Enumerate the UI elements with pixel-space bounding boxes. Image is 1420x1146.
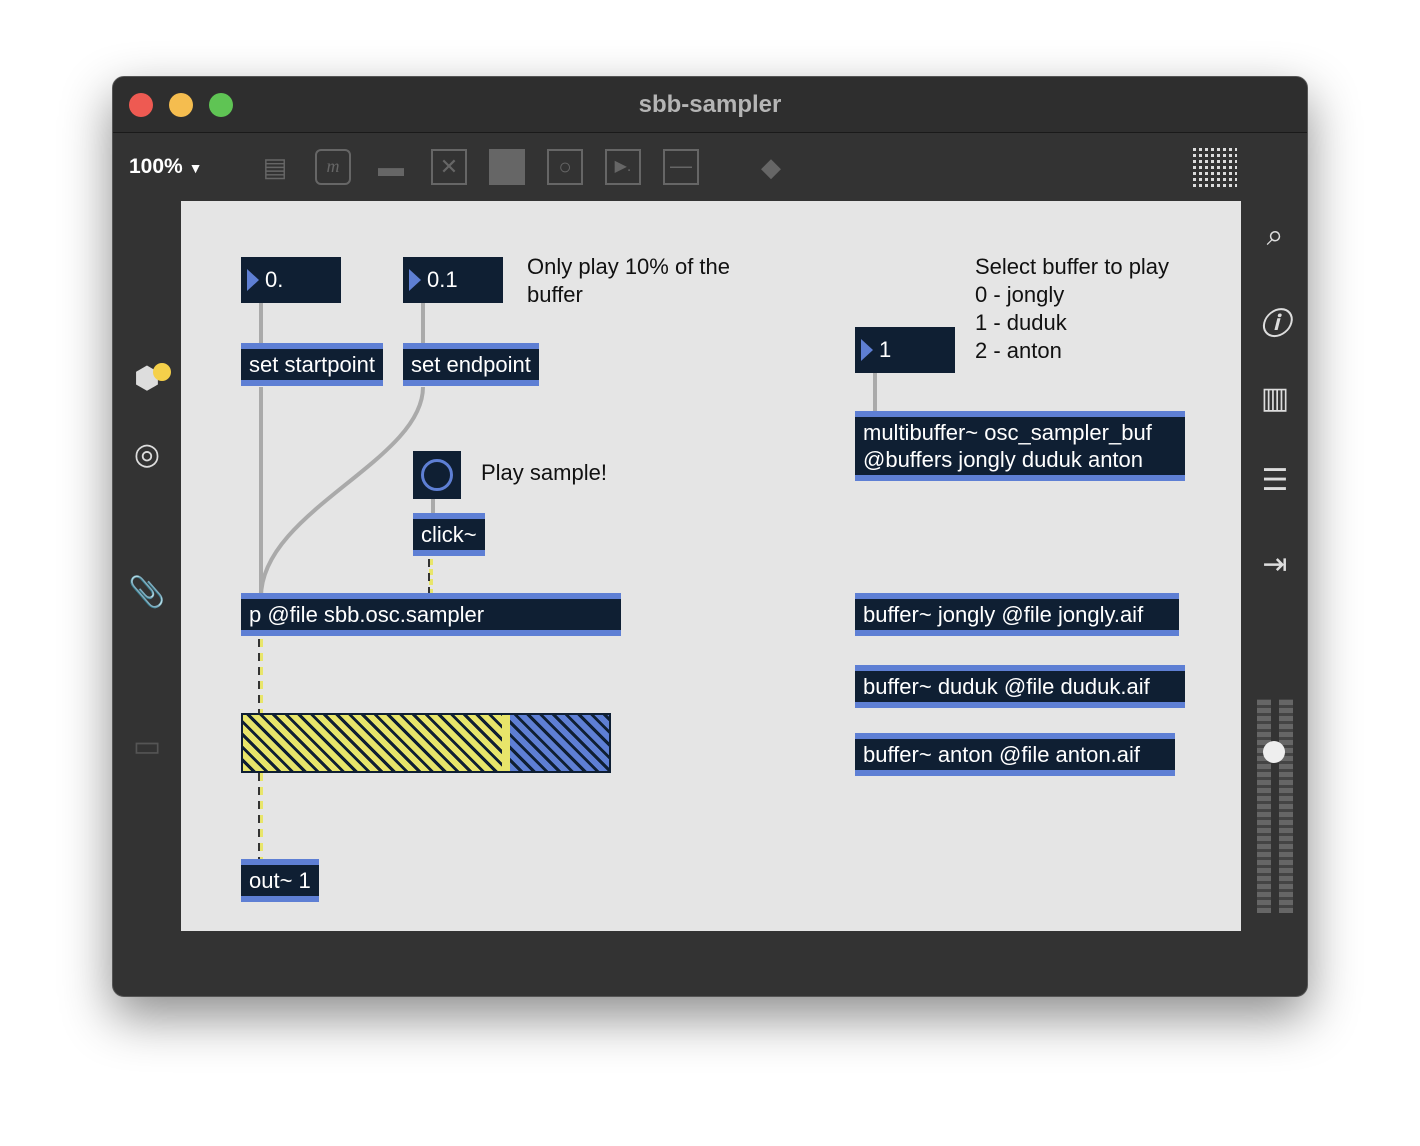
- cord-set-end: [259, 386, 425, 598]
- zoom-value: 100%: [129, 155, 183, 178]
- object-multibuffer[interactable]: multibuffer~ osc_sampler_buf @buffers jo…: [855, 411, 1185, 481]
- object-buffer-anton[interactable]: buffer~ anton @file anton.aif: [855, 733, 1175, 776]
- button-icon[interactable]: ○: [547, 149, 583, 185]
- triangle-icon: [861, 339, 873, 361]
- list-icon[interactable]: ☰: [1255, 463, 1295, 498]
- level-meter[interactable]: [241, 713, 611, 773]
- bang-button[interactable]: [413, 451, 461, 499]
- search-icon[interactable]: ⌕: [1255, 219, 1295, 253]
- number-value: 0.1: [427, 267, 458, 292]
- number-value: 1: [879, 337, 892, 362]
- comment-select-buffer: Select buffer to play 0 - jongly 1 - dud…: [975, 254, 1170, 363]
- object-box-icon[interactable]: ▤: [257, 149, 293, 185]
- presentation-icon[interactable]: ▭: [127, 729, 167, 764]
- comment-endpoint: Only play 10% of the buffer: [527, 254, 731, 307]
- object-click[interactable]: click~: [413, 513, 485, 556]
- matrix-icon[interactable]: [489, 149, 525, 185]
- object-out[interactable]: out~ 1: [241, 859, 319, 902]
- circle-icon: [421, 459, 453, 491]
- patch-canvas[interactable]: 0. 0.1 Only play 10% of the buffer set s…: [181, 201, 1241, 931]
- triangle-icon: [409, 269, 421, 291]
- object-buffer-jongly[interactable]: buffer~ jongly @file jongly.aif: [855, 593, 1179, 636]
- export-icon[interactable]: ⇥: [1255, 547, 1295, 582]
- zoom-dropdown[interactable]: 100% ▼: [129, 155, 202, 179]
- message-set-endpoint[interactable]: set endpoint: [403, 343, 539, 386]
- comment-icon[interactable]: ▬: [373, 149, 409, 185]
- window-title: sbb-sampler: [638, 91, 782, 118]
- preset-icon[interactable]: ▶.: [605, 149, 641, 185]
- number-value: 0.: [265, 267, 284, 292]
- paperclip-icon[interactable]: 📎: [127, 575, 167, 610]
- triangle-icon: [247, 269, 259, 291]
- grid-icon[interactable]: [1193, 147, 1237, 187]
- volume-meter-right: [1279, 699, 1293, 913]
- slider-icon[interactable]: —: [663, 149, 699, 185]
- target-icon[interactable]: ◎: [127, 437, 167, 472]
- number-endpoint[interactable]: 0.1: [403, 257, 503, 303]
- title-bar: sbb-sampler: [113, 77, 1307, 133]
- level-meter-fill: [243, 715, 511, 771]
- number-startpoint[interactable]: 0.: [241, 257, 341, 303]
- patcher-window: sbb-sampler 100% ▼ ▤ m ▬ ✕ ○ ▶. — ◆ ⬢ ◎ …: [112, 76, 1308, 997]
- volume-slider-knob[interactable]: [1263, 741, 1285, 763]
- book-icon[interactable]: ▥: [1255, 381, 1295, 416]
- paint-bucket-icon[interactable]: ◆: [753, 149, 789, 185]
- object-buffer-duduk[interactable]: buffer~ duduk @file duduk.aif: [855, 665, 1185, 708]
- message-set-startpoint[interactable]: set startpoint: [241, 343, 383, 386]
- number-buffer-select[interactable]: 1: [855, 327, 955, 373]
- message-icon[interactable]: m: [315, 149, 351, 185]
- chevron-down-icon: ▼: [188, 160, 203, 176]
- object-sampler[interactable]: p @file sbb.osc.sampler: [241, 593, 621, 636]
- toggle-icon[interactable]: ✕: [431, 149, 467, 185]
- volume-meter-left: [1257, 699, 1271, 913]
- info-icon[interactable]: ⓘ: [1255, 299, 1295, 343]
- notification-badge: [153, 363, 171, 381]
- comment-play: Play sample!: [481, 460, 607, 485]
